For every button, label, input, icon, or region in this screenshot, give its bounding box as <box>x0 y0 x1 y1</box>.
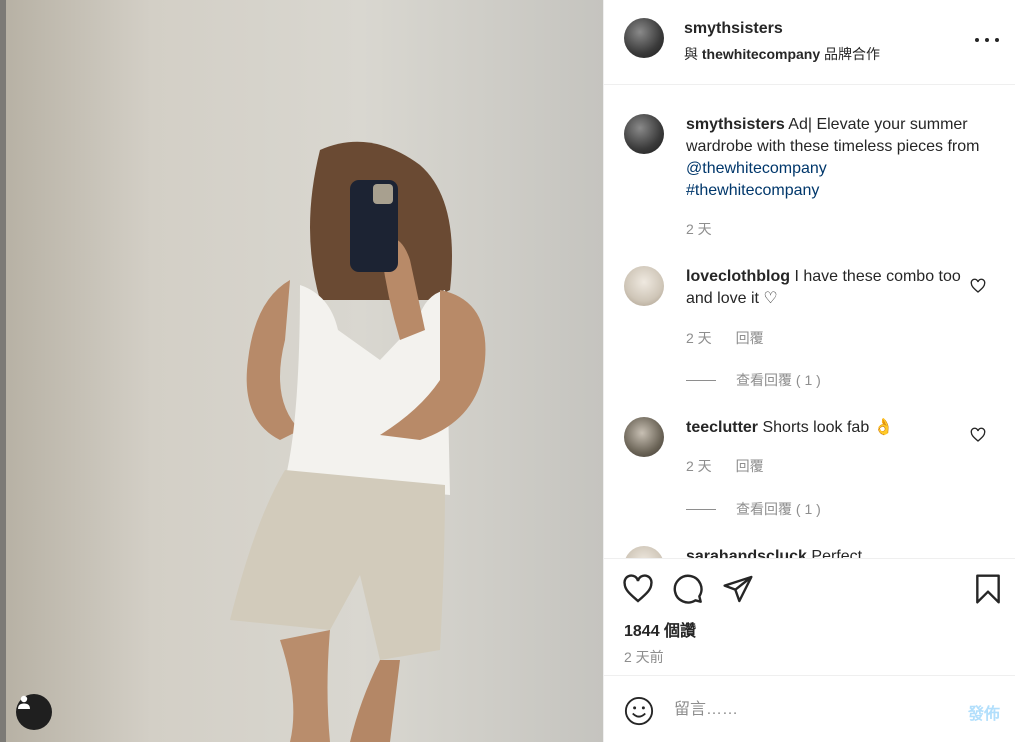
post-detail-panel: smythsisters 與 thewhitecompany 品牌合作 smyt… <box>603 0 1015 742</box>
caption-time[interactable]: 2 天 <box>686 219 712 239</box>
view-replies-button[interactable]: 查看回覆 ( 1 ) <box>686 499 821 519</box>
comment-body: Shorts look fab 👌 <box>762 419 894 436</box>
comment-body: Perfect <box>811 548 863 558</box>
share-icon[interactable] <box>722 573 754 605</box>
comments-list[interactable]: smythsisters Ad| Elevate your summer war… <box>604 86 1015 558</box>
post-comment-button[interactable]: 發佈 <box>968 700 1000 724</box>
comment-username[interactable]: loveclothblog <box>686 268 790 285</box>
comment-meta: 2 天 回覆 <box>686 328 764 348</box>
partnership-label: 與 thewhitecompany 品牌合作 <box>684 44 880 64</box>
caption-mention-link[interactable]: @thewhitecompany <box>686 160 827 177</box>
heart-icon[interactable] <box>622 573 654 605</box>
user-tag-button[interactable] <box>16 694 52 730</box>
reply-button[interactable]: 回覆 <box>736 330 764 346</box>
comment-avatar[interactable] <box>624 266 664 306</box>
likes-count[interactable]: 1844 個讚 <box>624 617 696 641</box>
caption-hashtag-link[interactable]: #thewhitecompany <box>686 182 819 199</box>
post-photo[interactable] <box>0 0 603 742</box>
user-tag-icon <box>18 695 30 709</box>
comment-avatar[interactable] <box>624 417 664 457</box>
caption-username[interactable]: smythsisters <box>686 116 785 133</box>
comment-meta: 2 天 回覆 <box>686 456 764 476</box>
view-replies-label: 查看回覆 ( 1 ) <box>736 372 821 388</box>
partner-link[interactable]: thewhitecompany <box>702 46 820 62</box>
comment-text: teeclutter Shorts look fab 👌 <box>686 417 986 439</box>
replies-divider <box>686 379 716 381</box>
partnership-prefix: 與 <box>684 46 698 62</box>
heart-icon[interactable] <box>970 427 986 443</box>
caption-avatar[interactable] <box>624 114 664 154</box>
action-bar: 1844 個讚 2 天前 <box>604 558 1015 675</box>
comment-time[interactable]: 2 天 <box>686 330 712 346</box>
photo-illustration <box>0 0 603 742</box>
comment-icon[interactable] <box>672 573 704 605</box>
post-timestamp[interactable]: 2 天前 <box>624 647 664 667</box>
reply-button[interactable]: 回覆 <box>736 458 764 474</box>
view-replies-button[interactable]: 查看回覆 ( 1 ) <box>686 370 821 390</box>
caption-text: smythsisters Ad| Elevate your summer war… <box>686 114 986 202</box>
comment-composer: 發佈 <box>604 675 1015 742</box>
author-avatar[interactable] <box>624 18 664 58</box>
bookmark-icon[interactable] <box>972 573 1004 605</box>
comment-time[interactable]: 2 天 <box>686 458 712 474</box>
comment-username[interactable]: teeclutter <box>686 419 758 436</box>
heart-icon[interactable] <box>970 278 986 294</box>
more-options-icon[interactable] <box>975 30 999 50</box>
author-username[interactable]: smythsisters <box>684 20 783 38</box>
post-header: smythsisters 與 thewhitecompany 品牌合作 <box>604 0 1015 85</box>
replies-divider <box>686 508 716 510</box>
comment-avatar[interactable] <box>624 546 664 558</box>
comment-username[interactable]: sarahandscluck <box>686 548 807 558</box>
view-replies-label: 查看回覆 ( 1 ) <box>736 501 821 517</box>
comment-input[interactable] <box>674 698 944 722</box>
comment-text: loveclothblog I have these combo too and… <box>686 266 986 310</box>
comment-text: sarahandscluck Perfect <box>686 546 986 558</box>
partnership-suffix: 品牌合作 <box>824 46 881 62</box>
emoji-icon[interactable] <box>624 696 654 726</box>
